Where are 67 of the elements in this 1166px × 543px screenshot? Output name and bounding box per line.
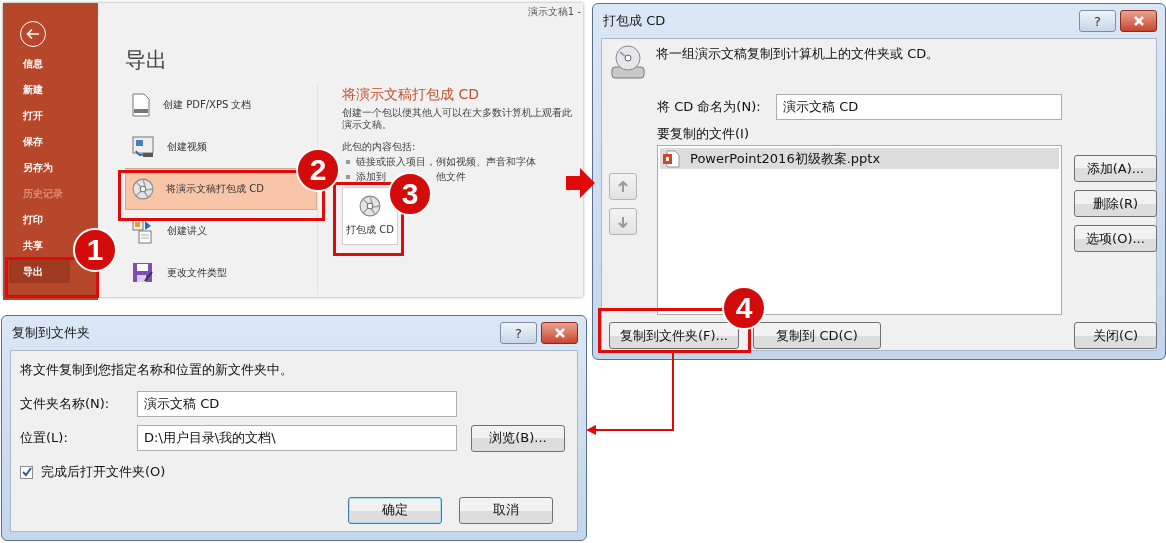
- close-button[interactable]: [541, 322, 578, 344]
- close-icon: [553, 328, 566, 338]
- export-option[interactable]: 创建视频: [125, 126, 207, 168]
- close-icon: [1132, 16, 1145, 26]
- export-option[interactable]: 创建讲义: [125, 210, 207, 252]
- move-down-button[interactable]: [609, 208, 637, 235]
- help-button[interactable]: ?: [500, 322, 537, 344]
- cd-icon: [359, 195, 381, 217]
- save-icon: [131, 261, 155, 285]
- dialog-button[interactable]: 选项(O)...: [1074, 225, 1157, 252]
- nav-item[interactable]: 打印: [9, 208, 70, 231]
- checkbox-label: 完成后打开文件夹(O): [41, 463, 166, 481]
- dialog-description: 将文件复制到您指定名称和位置的新文件夹中。: [20, 361, 293, 379]
- close-dialog-button[interactable]: 关闭(C): [1074, 322, 1157, 349]
- checkbox[interactable]: [20, 465, 33, 479]
- dialog-description: 将一组演示文稿复制到计算机上的文件夹或 CD。: [656, 45, 940, 63]
- close-button[interactable]: [1120, 10, 1157, 32]
- nav-item[interactable]: 另存为: [9, 156, 70, 179]
- export-option[interactable]: 创建 PDF/XPS 文档: [125, 84, 252, 126]
- document-icon: [131, 93, 151, 117]
- cd-name-field[interactable]: 演示文稿 CD: [776, 94, 1062, 120]
- bullet-text: 链接或嵌入项目，例如视频、声音和字体: [356, 156, 536, 168]
- up-arrow-icon: [618, 180, 628, 193]
- dialog-button[interactable]: 取消: [459, 496, 553, 524]
- handout-icon: [131, 218, 155, 244]
- package-cd-button[interactable]: 打包成 CD: [342, 187, 398, 245]
- field-label: 将 CD 命名为(N):: [657, 98, 761, 116]
- nav-item[interactable]: 保存: [9, 130, 70, 153]
- bullet-icon: [346, 160, 350, 164]
- document-title: 演示文稿1 -: [527, 6, 581, 18]
- export-option[interactable]: 更改文件类型: [125, 252, 227, 294]
- nav-item[interactable]: 共享: [9, 234, 70, 257]
- cd-drive-icon: [609, 45, 647, 81]
- pptx-file-icon: [662, 149, 680, 168]
- check-icon: [21, 467, 32, 477]
- nav-item[interactable]: 新建: [9, 78, 70, 101]
- back-arrow-icon: [26, 28, 40, 40]
- field-label: 位置(L):: [20, 429, 69, 447]
- dialog-button[interactable]: 确定: [348, 496, 442, 524]
- help-button[interactable]: ?: [1079, 10, 1116, 32]
- browse-button[interactable]: 浏览(B)...: [471, 424, 565, 452]
- contents-label: 此包的内容包括:: [342, 141, 417, 153]
- page-heading: 导出: [124, 47, 168, 74]
- field-label: 文件夹名称(N):: [20, 395, 111, 413]
- file-item[interactable]: PowerPoint2016初级教案.pptx: [660, 148, 1059, 169]
- right-arrow-icon: [566, 168, 595, 198]
- bullet-text: 添加到: [356, 171, 386, 183]
- video-icon: [131, 135, 155, 159]
- cd-icon: [132, 178, 154, 200]
- window-title: 复制到文件夹: [11, 324, 90, 342]
- window-title: 打包成 CD: [602, 12, 666, 30]
- bullet-icon: [346, 175, 350, 179]
- dialog-button[interactable]: 添加(A)...: [1074, 155, 1157, 182]
- move-up-button[interactable]: [609, 173, 637, 200]
- field-label: 要复制的文件(I): [657, 125, 749, 143]
- bullet-text: 他文件: [436, 171, 466, 183]
- location-field[interactable]: D:\用户目录\我的文档\: [137, 425, 457, 451]
- dialog-button[interactable]: 删除(R): [1074, 190, 1157, 217]
- nav-item[interactable]: 信息: [9, 52, 70, 75]
- nav-item[interactable]: 打开: [9, 104, 70, 127]
- dialog-button[interactable]: 复制到文件夹(F)...: [609, 322, 739, 349]
- down-arrow-icon: [618, 215, 628, 228]
- detail-description: 创建一个包以便其他人可以在大多数计算机上观看此演示文稿。: [342, 107, 573, 131]
- folder-name-field[interactable]: 演示文稿 CD: [137, 391, 457, 417]
- detail-title: 将演示文稿打包成 CD: [342, 86, 480, 104]
- nav-item[interactable]: 导出: [9, 260, 70, 283]
- dialog-button[interactable]: 复制到 CD(C): [753, 322, 881, 349]
